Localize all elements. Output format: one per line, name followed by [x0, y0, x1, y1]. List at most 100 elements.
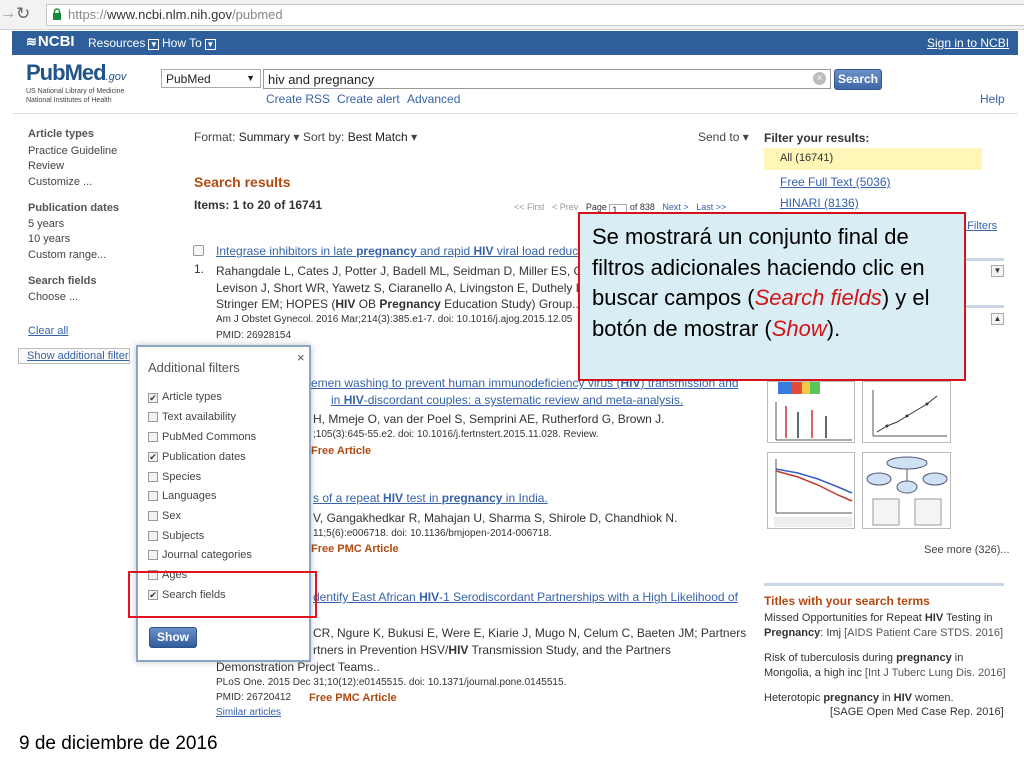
related-title-1-line2[interactable]: Pregnancy: Imj [AIDS Patient Care STDS. … — [764, 627, 1003, 639]
filter-free-full-text[interactable]: Free Full Text (5036) — [780, 175, 891, 189]
result-title-2-line2[interactable]: in HIV-discordant couples: a systematic … — [331, 393, 683, 407]
related-title-2[interactable]: Risk of tuberculosis during pregnancy in — [764, 652, 963, 664]
figure-thumbnail[interactable] — [767, 452, 855, 529]
pager-first[interactable]: << First — [514, 202, 545, 212]
chevron-up-icon[interactable]: ▲ — [991, 313, 1004, 325]
pager-of: of 838 — [629, 202, 655, 212]
title-part: women. — [911, 692, 954, 704]
journal-part: [AIDS Patient Care STDS. 2016] — [844, 627, 1004, 639]
checkbox-languages[interactable] — [148, 491, 158, 501]
send-to-dropdown[interactable]: Send to ▾ — [698, 130, 749, 144]
close-icon[interactable]: × — [297, 350, 305, 365]
sidebar-item-practice-guideline[interactable]: Practice Guideline — [28, 145, 117, 157]
sidebar-item-choose[interactable]: Choose ... — [28, 291, 78, 303]
pager-next[interactable]: Next > — [662, 202, 688, 212]
clear-search-icon[interactable]: × — [813, 72, 826, 85]
sidebar-item-5-years[interactable]: 5 years — [28, 218, 64, 230]
search-button[interactable]: Search — [834, 69, 882, 90]
see-more-link[interactable]: See more (326)... — [924, 544, 1010, 556]
checkbox-subjects[interactable] — [148, 531, 158, 541]
checkbox-sex[interactable] — [148, 511, 158, 521]
checkbox-pubmed-commons[interactable] — [148, 432, 158, 442]
filter-all[interactable]: All (16741) — [764, 148, 982, 170]
title-part: pregnancy — [441, 491, 503, 505]
sidebar-item-review[interactable]: Review — [28, 160, 64, 172]
title-part: in — [878, 692, 894, 704]
free-pmc-article-badge[interactable]: Free PMC Article — [309, 692, 397, 704]
figure-thumbnail[interactable] — [862, 452, 951, 529]
result-title-4[interactable]: dentify East African HIV-1 Serodiscordan… — [313, 590, 738, 604]
result-title-1[interactable]: Integrase inhibitors in late pregnancy a… — [216, 244, 578, 258]
figure-thumbnail[interactable] — [862, 381, 951, 443]
pager-page-label: Page — [585, 202, 607, 212]
show-button[interactable]: Show — [149, 627, 197, 648]
create-alert-link[interactable]: Create alert — [337, 92, 400, 106]
resources-menu[interactable]: Resources ▼ — [88, 36, 160, 50]
checkbox-publication-dates[interactable]: ✔ — [148, 452, 158, 462]
result-journal: PLoS One. 2015 Dec 31;10(12):e0145515. d… — [216, 677, 567, 688]
logo-pub: Pub — [26, 60, 66, 85]
url-text[interactable]: https://www.ncbi.nlm.nih.gov/pubmed — [68, 7, 283, 22]
howto-menu[interactable]: How To ▼ — [162, 36, 216, 50]
back-arrow-icon[interactable]: → — [0, 5, 16, 23]
pub-dates-heading: Publication dates — [28, 202, 120, 214]
related-title-1[interactable]: Missed Opportunities for Repeat HIV Test… — [764, 612, 992, 624]
free-article-badge[interactable]: Free Article — [311, 445, 371, 457]
result-title-3[interactable]: s of a repeat HIV test in pregnancy in I… — [313, 491, 548, 505]
result-number: 1. — [194, 262, 205, 276]
ncbi-logo[interactable]: ≋ NCBI — [26, 33, 75, 50]
logo-med: Med — [64, 60, 107, 85]
filter-label-sex: Sex — [162, 510, 181, 522]
result-authors: Levison J, Short WR, Yawetz S, Ciaranell… — [216, 281, 583, 295]
signin-link[interactable]: Sign in to NCBI — [927, 36, 1009, 50]
titles-search-terms-heading: Titles with your search terms — [764, 594, 930, 608]
sidebar-item-10-years[interactable]: 10 years — [28, 233, 70, 245]
checkbox-article-types[interactable]: ✔ — [148, 393, 158, 403]
create-rss-link[interactable]: Create RSS — [266, 92, 330, 106]
result-checkbox[interactable] — [193, 245, 204, 256]
result-authors: rtners in Prevention HSV/HIV Transmissio… — [313, 643, 671, 657]
filter-results-heading: Filter your results: — [764, 131, 870, 145]
sidebar-item-custom-range[interactable]: Custom range... — [28, 249, 106, 261]
related-title-3-journal: [SAGE Open Med Case Rep. 2016] — [830, 706, 1004, 718]
chevron-down-icon: ▼ — [246, 73, 255, 83]
checkbox-species[interactable] — [148, 472, 158, 482]
checkbox-journal-categories[interactable] — [148, 550, 158, 560]
heatmap-figure-icon — [775, 382, 852, 441]
callout-text: Se mostrará un conjunto final de filtros… — [592, 222, 954, 344]
format-dropdown[interactable]: Format: Summary ▾ — [194, 130, 299, 144]
title-part: -1 Serodiscordant Partnerships with a Hi… — [439, 590, 738, 604]
sort-dropdown[interactable]: Sort by: Best Match ▾ — [303, 130, 417, 144]
items-count: Items: 1 to 20 of 16741 — [194, 198, 323, 212]
free-pmc-article-badge[interactable]: Free PMC Article — [311, 543, 399, 555]
callout-part: ). — [826, 315, 841, 341]
pager-last[interactable]: Last >> — [696, 202, 726, 212]
slide-date: 9 de diciembre de 2016 — [19, 733, 218, 754]
title-part: viral load reduc — [493, 244, 579, 258]
checkbox-text-availability[interactable] — [148, 412, 158, 422]
sidebar-item-customize[interactable]: Customize ... — [28, 176, 92, 188]
related-title-3[interactable]: Heterotopic pregnancy in HIV women. — [764, 692, 954, 704]
title-part: emen washing to prevent human immunodefi… — [311, 376, 621, 390]
show-additional-filters-button[interactable]: Show additional filters — [18, 348, 130, 364]
pager-prev[interactable]: < Prev — [552, 202, 578, 212]
resources-label: Resources — [88, 36, 146, 50]
search-input[interactable] — [263, 69, 831, 89]
result-journal: 11;5(6):e006718. doi: 10.1136/bmjopen-20… — [313, 528, 552, 539]
chevron-down-icon[interactable]: ▼ — [991, 265, 1004, 277]
clear-all-link[interactable]: Clear all — [28, 325, 68, 337]
pubmed-logo[interactable]: PubMed.gov — [26, 60, 126, 86]
filter-hinari[interactable]: HINARI (8136) — [780, 196, 859, 210]
reload-icon[interactable]: ↻ — [16, 4, 30, 24]
similar-articles-link[interactable]: Similar articles — [216, 707, 281, 718]
related-title-2-line2[interactable]: Mongolia, a high inc [Int J Tuberc Lung … — [764, 667, 1006, 679]
figure-thumbnail[interactable] — [767, 381, 855, 443]
database-select[interactable]: PubMed ▼ — [161, 69, 261, 88]
howto-label: How To — [162, 36, 202, 50]
title-part: Risk of tuberculosis during — [764, 652, 897, 664]
title-part: Missed Opportunities for Repeat — [764, 612, 925, 624]
nlm-line-2: National Institutes of Health — [26, 97, 112, 104]
filter-label-subjects: Subjects — [162, 530, 205, 542]
advanced-link[interactable]: Advanced — [407, 92, 460, 106]
help-link[interactable]: Help — [980, 92, 1005, 106]
